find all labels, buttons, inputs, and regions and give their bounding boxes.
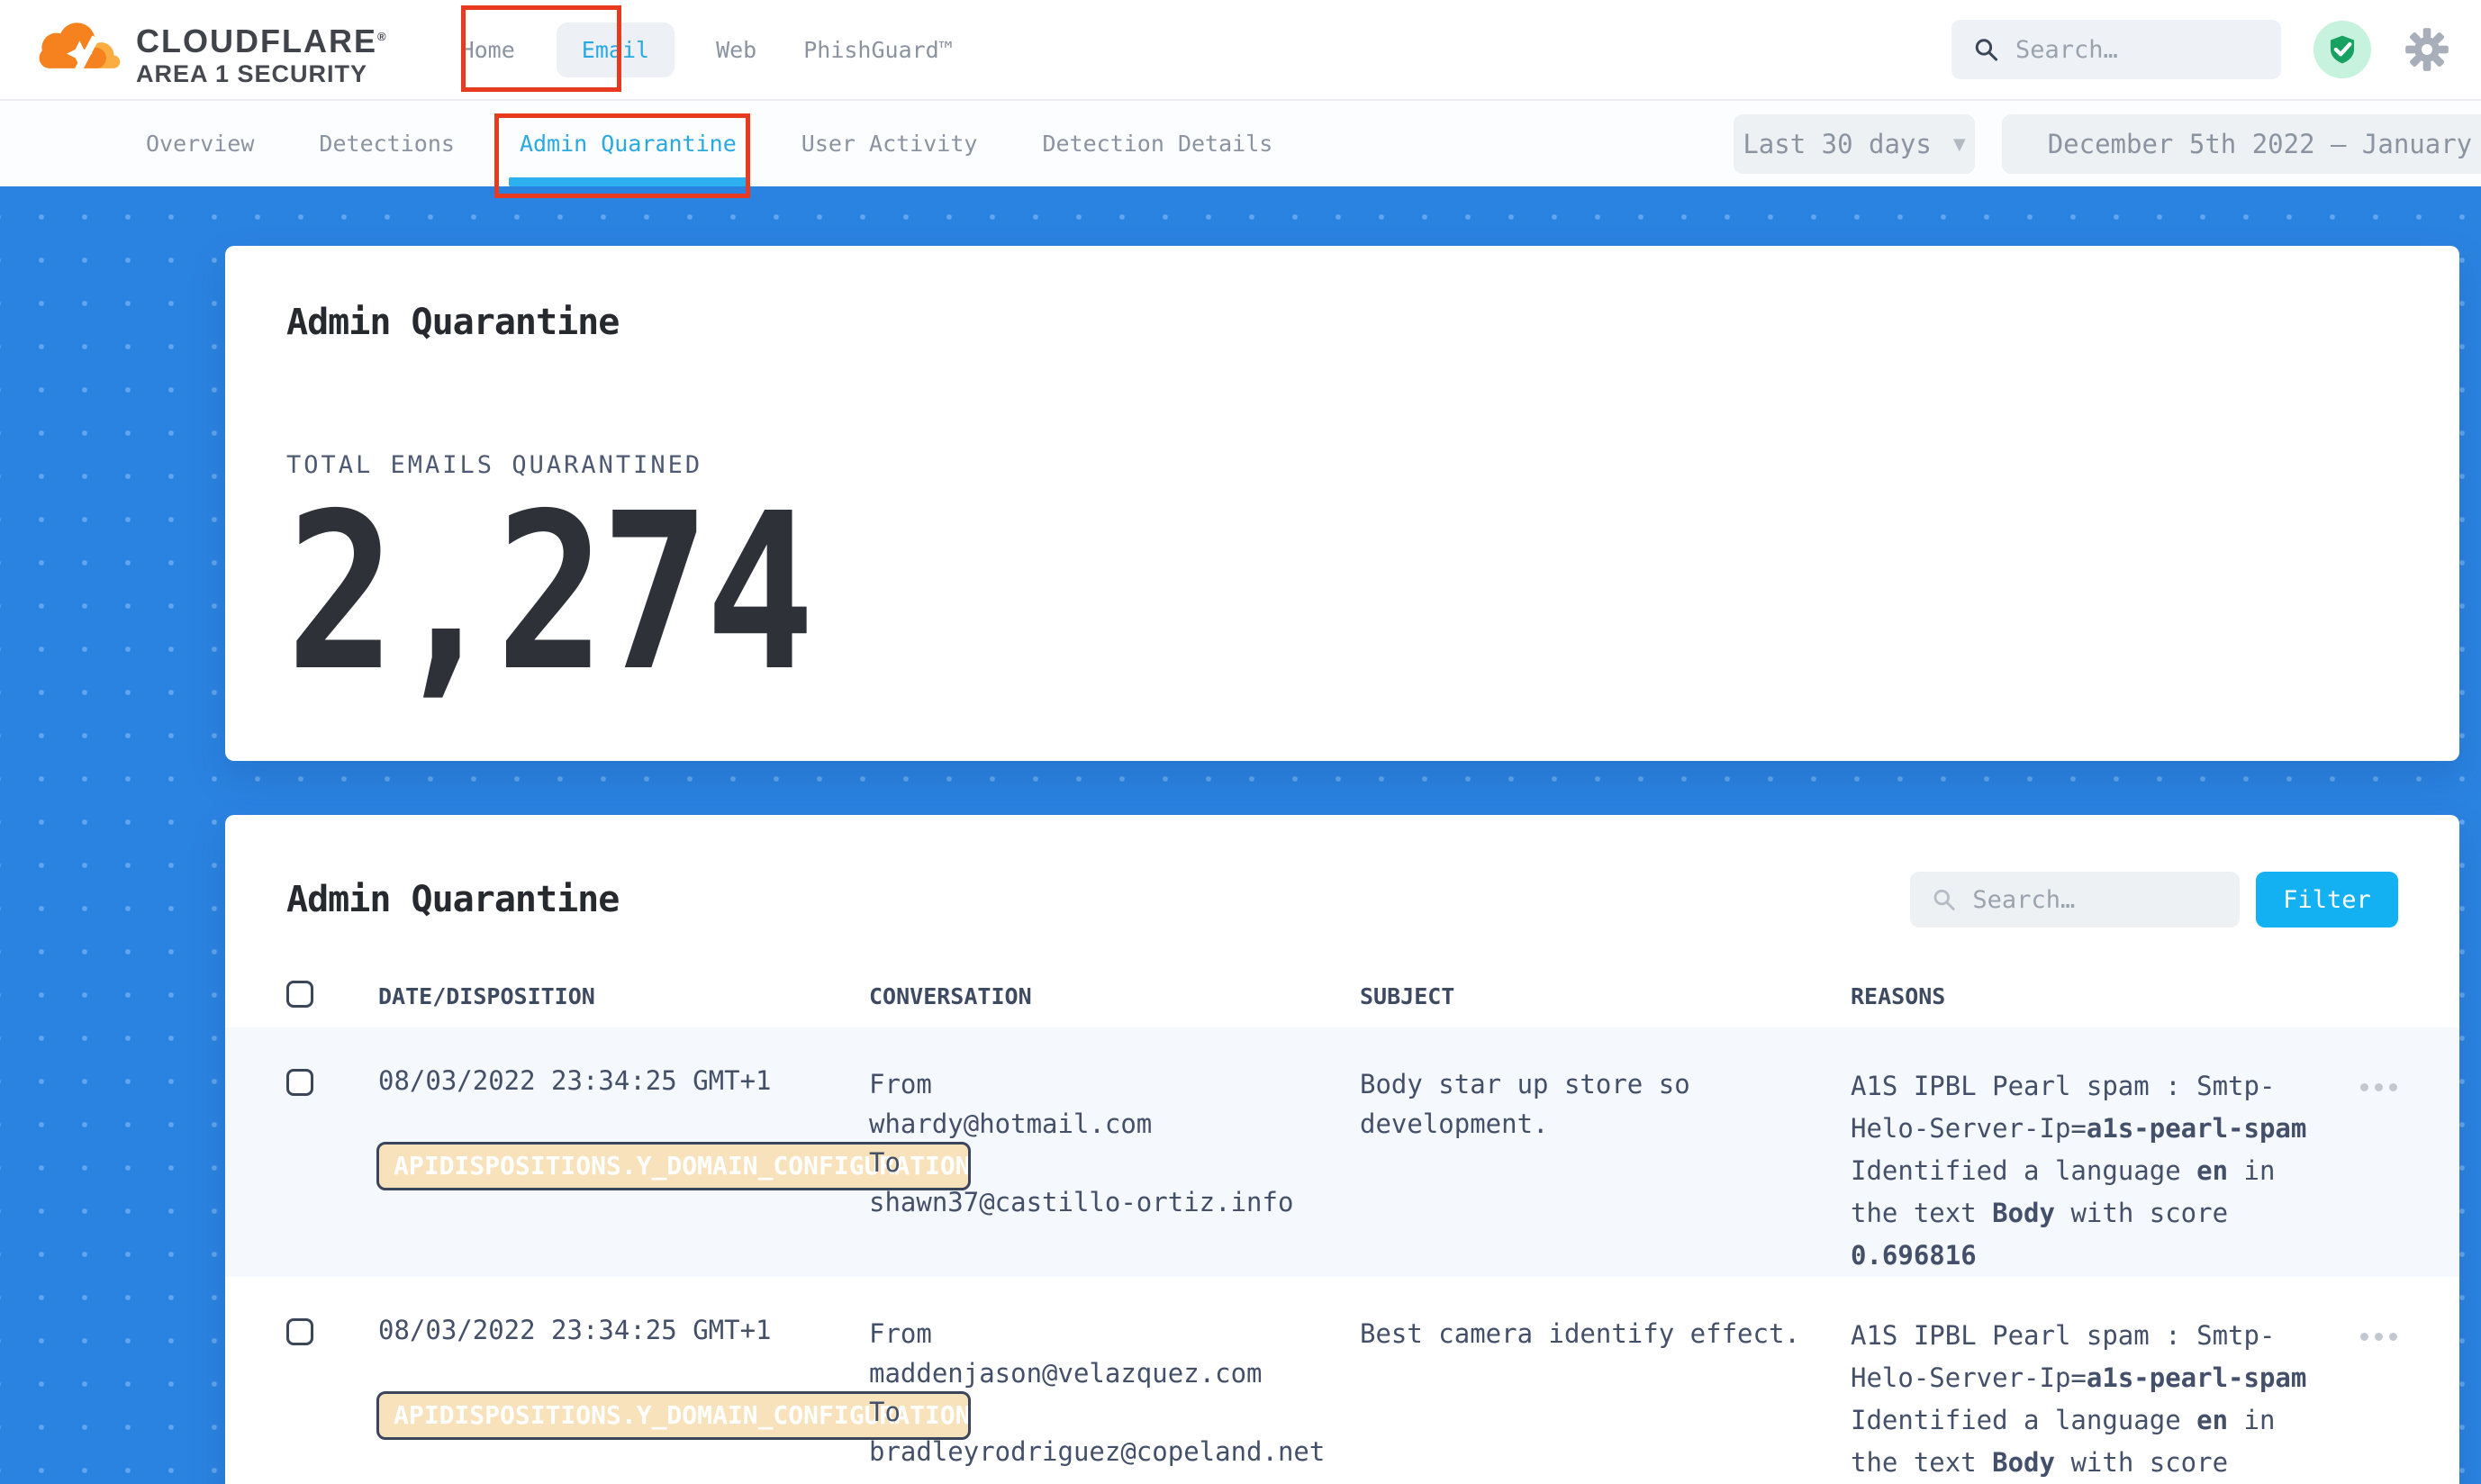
row-subject: Best camera identify effect. bbox=[1360, 1315, 1819, 1354]
header-search bbox=[1951, 20, 2281, 79]
date-range-text: December 5th 2022 — January 4th 2023 bbox=[2048, 129, 2481, 159]
tab-detections[interactable]: Detections bbox=[308, 101, 466, 186]
date-range-display[interactable]: December 5th 2022 — January 4th 2023 bbox=[2002, 114, 2481, 174]
conversation-to-address: shawn37@castillo-ortiz.info bbox=[869, 1183, 1360, 1223]
column-header-date-disposition: DATE/DISPOSITION bbox=[378, 983, 869, 1013]
column-header-reasons: REASONS bbox=[1851, 983, 2355, 1013]
search-icon bbox=[1932, 885, 1956, 914]
shield-check-icon[interactable] bbox=[2313, 21, 2371, 78]
date-range-dropdown-label: Last 30 days bbox=[1743, 129, 1932, 159]
table-card-title: Admin Quarantine bbox=[286, 879, 619, 920]
table-row: 08/03/2022 23:34:25 GMT+1 From maddenjas… bbox=[225, 1277, 2459, 1484]
registered-mark: ® bbox=[377, 30, 388, 43]
conversation-from-address: maddenjason@velazquez.com bbox=[869, 1354, 1360, 1394]
conversation-from-address: whardy@hotmail.com bbox=[869, 1105, 1360, 1145]
row-reasons: A1S IPBL Pearl spam : Smtp-Helo-Server-I… bbox=[1851, 1315, 2319, 1484]
table-search bbox=[1910, 872, 2240, 928]
page: CLOUDFLARE® AREA 1 SECURITY Home Email Web… bbox=[0, 0, 2481, 1484]
brand-name: CLOUDFLARE® bbox=[136, 24, 388, 59]
row-date: 08/03/2022 23:34:25 GMT+1 bbox=[378, 1065, 869, 1096]
nav-item-phishguard[interactable]: PhishGuard™ bbox=[798, 37, 958, 63]
summary-card-title: Admin Quarantine bbox=[286, 302, 2398, 343]
nav-item-email[interactable]: Email bbox=[557, 23, 675, 77]
brand-subtitle: AREA 1 SECURITY bbox=[136, 61, 388, 86]
row-subject: Body star up store so development. bbox=[1360, 1065, 1819, 1144]
row-conversation: From maddenjason@velazquez.com To bradle… bbox=[869, 1315, 1360, 1471]
conversation-to-label: To bbox=[869, 1144, 1360, 1183]
tab-overview[interactable]: Overview bbox=[135, 101, 265, 186]
gear-icon[interactable] bbox=[2404, 26, 2450, 73]
column-header-conversation: CONVERSATION bbox=[869, 983, 1360, 1013]
app-header: CLOUDFLARE® AREA 1 SECURITY Home Email Web… bbox=[0, 0, 2481, 101]
header-search-input[interactable] bbox=[2015, 36, 2259, 64]
nav-item-web[interactable]: Web bbox=[711, 37, 762, 63]
conversation-from-label: From bbox=[869, 1065, 1360, 1105]
search-icon bbox=[1973, 34, 1999, 65]
select-all-checkbox[interactable] bbox=[286, 981, 313, 1008]
nav-item-home[interactable]: Home bbox=[456, 37, 521, 63]
table-header-row: DATE/DISPOSITIONCONVERSATIONSUBJECTREASO… bbox=[225, 937, 2459, 1027]
conversation-from-label: From bbox=[869, 1315, 1360, 1354]
primary-nav: Home Email Web PhishGuard™ bbox=[456, 0, 958, 99]
secondary-nav: Overview Detections Admin Quarantine User A… bbox=[0, 101, 2481, 186]
column-header-subject: SUBJECT bbox=[1360, 983, 1851, 1013]
row-conversation: From whardy@hotmail.com To shawn37@casti… bbox=[869, 1065, 1360, 1222]
tab-admin-quarantine[interactable]: Admin Quarantine bbox=[509, 101, 747, 186]
table-search-input[interactable] bbox=[1972, 886, 2218, 914]
ellipsis-icon[interactable] bbox=[2355, 1327, 2459, 1346]
metric-value: 2,274 bbox=[286, 483, 2060, 703]
main-content: Admin Quarantine TOTAL EMAILS QUARANTINE… bbox=[0, 186, 2481, 1484]
table-row: 08/03/2022 23:34:25 GMT+1 From whardy@ho… bbox=[225, 1027, 2459, 1277]
table-body: 08/03/2022 23:34:25 GMT+1 From whardy@ho… bbox=[225, 1027, 2459, 1484]
date-range-dropdown[interactable]: Last 30 days ▼ bbox=[1734, 114, 1975, 174]
chevron-down-icon: ▼ bbox=[1953, 135, 1966, 154]
tab-user-activity[interactable]: User Activity bbox=[791, 101, 989, 186]
filter-button[interactable]: Filter bbox=[2256, 872, 2398, 928]
brand-logo: CLOUDFLARE® AREA 1 SECURITY bbox=[31, 12, 388, 86]
quarantine-table-card: Admin Quarantine Filter DATE/DI bbox=[225, 815, 2459, 1484]
ellipsis-icon[interactable] bbox=[2355, 1078, 2459, 1097]
conversation-to-label: To bbox=[869, 1393, 1360, 1433]
row-reasons: A1S IPBL Pearl spam : Smtp-Helo-Server-I… bbox=[1851, 1065, 2319, 1277]
cloudflare-cloud-icon bbox=[31, 19, 125, 73]
summary-card: Admin Quarantine TOTAL EMAILS QUARANTINE… bbox=[225, 246, 2459, 761]
row-checkbox[interactable] bbox=[286, 1318, 313, 1345]
conversation-to-address: bradleyrodriguez@copeland.net bbox=[869, 1433, 1360, 1472]
row-checkbox[interactable] bbox=[286, 1069, 313, 1096]
tab-detection-details[interactable]: Detection Details bbox=[1031, 101, 1283, 186]
row-date: 08/03/2022 23:34:25 GMT+1 bbox=[378, 1315, 869, 1345]
